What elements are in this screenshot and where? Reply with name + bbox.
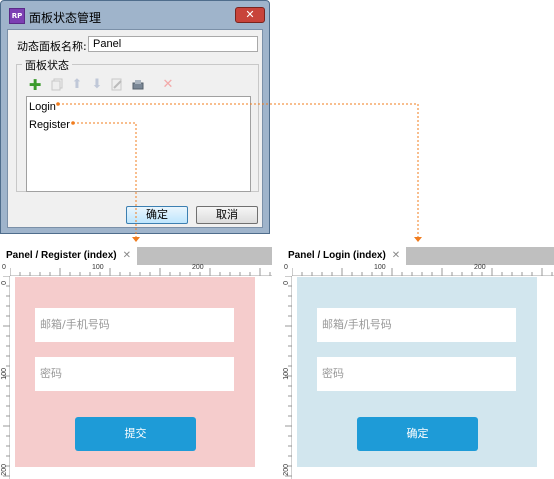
close-button[interactable]: ✕ <box>235 7 265 23</box>
hruler-label-200: 200 <box>192 264 204 271</box>
hruler-label-0: 0 <box>284 264 288 271</box>
dialog-body: 动态面板名称: Panel 面板状态 ✚ ⬆ ⬇ ✕ Login Registe… <box>7 29 263 228</box>
connector-register-arrow <box>132 237 140 242</box>
move-down-icon[interactable]: ⬇ <box>90 78 104 92</box>
states-list[interactable]: Login Register <box>26 96 251 192</box>
move-up-icon[interactable]: ⬆ <box>70 78 84 92</box>
horizontal-ruler-ticks <box>292 268 553 276</box>
cancel-button[interactable]: 取消 <box>196 206 258 224</box>
hruler-label-0: 0 <box>2 264 6 271</box>
state-item-login[interactable]: Login <box>29 101 56 113</box>
axure-rp-icon: RP <box>9 8 25 24</box>
email-input[interactable]: 邮箱/手机号码 <box>35 308 234 342</box>
vruler-label-200: 200 <box>283 464 290 476</box>
dialog-titlebar[interactable]: RP 面板状态管理 ✕ <box>3 3 267 29</box>
vruler-label-100: 100 <box>283 368 290 380</box>
tab-login[interactable]: Panel / Login (index) ✕ <box>282 247 407 265</box>
dialog-title: 面板状态管理 <box>29 11 102 25</box>
vruler-label-200: 200 <box>1 464 8 476</box>
email-input[interactable]: 邮箱/手机号码 <box>317 308 516 342</box>
hruler-label-200: 200 <box>474 264 486 271</box>
horizontal-ruler: 0 100 200 <box>284 264 554 276</box>
panel-name-input[interactable]: Panel <box>88 36 258 52</box>
ok-button[interactable]: 确定 <box>126 206 188 224</box>
tab-close-icon[interactable]: ✕ <box>392 250 400 261</box>
hruler-label-100: 100 <box>92 264 104 271</box>
vertical-ruler: 0 100 200 <box>0 276 10 479</box>
horizontal-ruler: 0 100 200 <box>2 264 272 276</box>
tab-close-icon[interactable]: ✕ <box>123 250 131 261</box>
tab-login-label: Panel / Login (index) <box>288 250 386 261</box>
register-canvas: 邮箱/手机号码 密码 提交 <box>15 277 255 467</box>
state-item-register[interactable]: Register <box>29 119 70 131</box>
panel-state-dialog: RP 面板状态管理 ✕ 动态面板名称: Panel 面板状态 ✚ ⬆ ⬇ ✕ L… <box>0 0 270 234</box>
confirm-button[interactable]: 确定 <box>357 417 478 451</box>
tab-register[interactable]: Panel / Register (index) ✕ <box>0 247 137 265</box>
duplicate-icon[interactable] <box>50 78 64 92</box>
login-canvas: 邮箱/手机号码 密码 确定 <box>297 277 537 467</box>
vruler-label-0: 0 <box>1 281 8 285</box>
submit-button[interactable]: 提交 <box>75 417 196 451</box>
vruler-label-0: 0 <box>283 281 290 285</box>
horizontal-ruler-ticks <box>10 268 271 276</box>
vertical-ruler: 0 100 200 <box>282 276 292 479</box>
password-input[interactable]: 密码 <box>35 357 234 391</box>
tab-register-label: Panel / Register (index) <box>6 250 117 261</box>
password-input[interactable]: 密码 <box>317 357 516 391</box>
vruler-label-100: 100 <box>1 368 8 380</box>
panel-name-label: 动态面板名称: <box>17 40 87 53</box>
connector-login-arrow <box>414 237 422 242</box>
panel-states-group-title: 面板状态 <box>22 57 72 73</box>
edit-all-icon[interactable] <box>132 78 146 92</box>
add-icon[interactable]: ✚ <box>28 78 42 93</box>
hruler-label-100: 100 <box>374 264 386 271</box>
register-panel-view: Panel / Register (index) ✕ 0 100 200 0 10… <box>0 247 272 479</box>
login-panel-view: Panel / Login (index) ✕ 0 100 200 0 100 2… <box>282 247 554 479</box>
edit-icon[interactable] <box>110 78 124 92</box>
delete-icon[interactable]: ✕ <box>161 78 175 92</box>
